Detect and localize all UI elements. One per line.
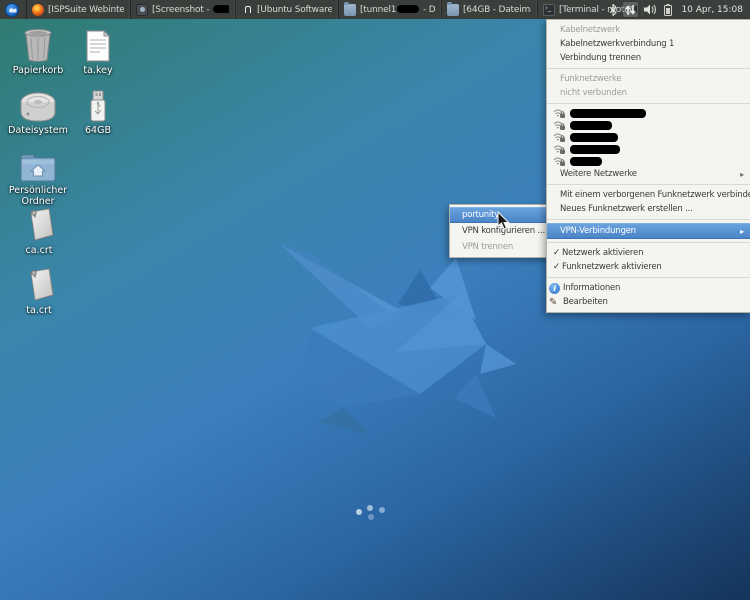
speaker-icon	[644, 4, 657, 15]
menu-item-wifi-network[interactable]	[547, 143, 750, 155]
certificate-file-icon	[23, 268, 55, 302]
menu-item-wifi-network[interactable]	[547, 119, 750, 131]
trash-icon	[23, 29, 53, 62]
folder-icon	[344, 4, 356, 16]
desktop-icon-trash[interactable]: Papierkorb	[6, 28, 70, 76]
window-button-ispsuite[interactable]: [ISPSuite Webinterfac...	[26, 0, 130, 19]
network-manager-tray-button[interactable]	[622, 1, 639, 18]
icon-label: ta.crt	[7, 305, 71, 316]
folder-icon	[447, 4, 459, 16]
info-icon: i	[549, 283, 560, 294]
xubuntu-logo-icon	[5, 3, 19, 17]
menu-item-disconnect[interactable]: Verbindung trennen	[547, 51, 750, 65]
battery-icon	[664, 4, 672, 16]
network-arrows-icon	[625, 4, 636, 16]
desktop-icon-ca-crt[interactable]: ca.crt	[7, 208, 71, 256]
desktop-icon-usb-64gb[interactable]: 64GB	[66, 88, 130, 136]
network-manager-menu: Kabelnetzwerk Kabelnetzwerkverbindung 1 …	[546, 19, 750, 313]
applications-menu-button[interactable]	[3, 1, 20, 18]
menu-item-new-network[interactable]: Neues Funknetzwerk erstellen ...	[547, 202, 750, 216]
volume-tray-button[interactable]	[642, 1, 659, 18]
menu-item-wifi-status: nicht verbunden	[547, 86, 750, 100]
window-button-64gb[interactable]: [64GB - Dateimanager]	[441, 0, 537, 19]
window-title: [64GB - Dateimanager]	[463, 5, 531, 15]
icon-label: 64GB	[66, 125, 130, 136]
redaction-bar	[397, 5, 419, 13]
redacted-ssid	[570, 157, 602, 166]
home-folder-icon	[20, 152, 56, 182]
bluetooth-icon	[609, 4, 617, 16]
menu-header-wired: Kabelnetzwerk	[547, 23, 750, 37]
software-center-icon	[241, 4, 253, 16]
menu-item-vpn-connections[interactable]: VPN-Verbindungen ▸	[547, 223, 750, 239]
window-title: [tunnel1 - Datei...	[360, 5, 435, 15]
battery-tray-button[interactable]	[662, 1, 674, 18]
icon-label: Dateisystem	[6, 125, 70, 136]
wifi-lock-icon	[553, 108, 566, 119]
icon-label: ca.crt	[7, 245, 71, 256]
desktop-icon-home[interactable]: Persönlicher Ordner	[6, 148, 70, 207]
text-file-icon	[85, 30, 111, 62]
bluetooth-tray-button[interactable]	[607, 1, 619, 18]
wifi-lock-icon	[553, 120, 566, 131]
window-button-tunnel1[interactable]: [tunnel1 - Datei...	[338, 0, 441, 19]
redacted-ssid	[570, 109, 646, 118]
menu-separator	[547, 68, 750, 69]
window-title: [Ubuntu Software-Cen...	[257, 5, 332, 15]
mouse-cursor	[497, 211, 510, 230]
submenu-arrow-icon: ▸	[740, 170, 744, 179]
menu-separator	[547, 219, 750, 220]
submenu-item-vpn-disconnect: VPN trennen	[450, 239, 552, 255]
checkmark-icon: ✓	[551, 248, 562, 258]
certificate-file-icon	[23, 208, 55, 242]
menu-item-wifi-network[interactable]	[547, 131, 750, 143]
window-title: [Screenshot - 20...	[152, 5, 229, 15]
submenu-arrow-icon: ▸	[740, 227, 744, 236]
camera-icon	[136, 4, 148, 16]
redacted-ssid	[570, 145, 620, 154]
system-tray	[607, 1, 674, 18]
icon-label: Persönlicher Ordner	[6, 185, 70, 207]
terminal-icon	[543, 4, 555, 16]
window-button-screenshot[interactable]: [Screenshot - 20...	[130, 0, 235, 19]
menu-header-wireless: Funknetzwerke	[547, 72, 750, 86]
menu-separator	[547, 242, 750, 243]
icon-label: ta.key	[66, 65, 130, 76]
window-buttons: [ISPSuite Webinterfac... [Screenshot - 2…	[26, 0, 603, 19]
pencil-icon: ✎	[549, 297, 560, 308]
redacted-ssid	[570, 133, 618, 142]
harddisk-icon	[20, 92, 56, 122]
menu-item-enable-wifi[interactable]: ✓ Funknetzwerk aktivieren	[547, 260, 750, 274]
icon-label: Papierkorb	[6, 65, 70, 76]
wifi-lock-icon	[553, 132, 566, 143]
menu-item-wifi-network[interactable]	[547, 107, 750, 119]
menu-item-hidden-network[interactable]: Mit einem verborgenen Funknetzwerk verbi…	[547, 188, 750, 202]
desktop-icon-filesystem[interactable]: Dateisystem	[6, 88, 70, 136]
menu-separator	[547, 277, 750, 278]
wifi-lock-icon	[553, 156, 566, 167]
busy-spinner	[352, 502, 392, 522]
wifi-lock-icon	[553, 144, 566, 155]
desktop-icon-ta-key[interactable]: ta.key	[66, 28, 130, 76]
menu-separator	[547, 103, 750, 104]
desktop-icon-ta-crt[interactable]: ta.crt	[7, 268, 71, 316]
redacted-ssid	[570, 121, 612, 130]
menu-item-edit[interactable]: ✎ Bearbeiten	[547, 295, 750, 309]
menu-item-information[interactable]: i Informationen	[547, 281, 750, 295]
redaction-bar	[213, 5, 229, 13]
menu-separator	[547, 184, 750, 185]
top-panel: [ISPSuite Webinterfac... [Screenshot - 2…	[0, 0, 750, 19]
menu-item-enable-network[interactable]: ✓ Netzwerk aktivieren	[547, 246, 750, 260]
menu-item-wifi-network[interactable]	[547, 155, 750, 167]
window-title: [ISPSuite Webinterfac...	[48, 5, 124, 15]
checkmark-icon: ✓	[551, 262, 562, 272]
menu-item-wired-connection[interactable]: Kabelnetzwerkverbindung 1	[547, 37, 750, 51]
clock[interactable]: 10 Apr, 15:08	[681, 5, 743, 15]
window-button-software-center[interactable]: [Ubuntu Software-Cen...	[235, 0, 338, 19]
firefox-icon	[32, 4, 44, 16]
usb-drive-icon	[89, 90, 107, 122]
menu-item-more-networks[interactable]: Weitere Netzwerke ▸	[547, 167, 750, 181]
